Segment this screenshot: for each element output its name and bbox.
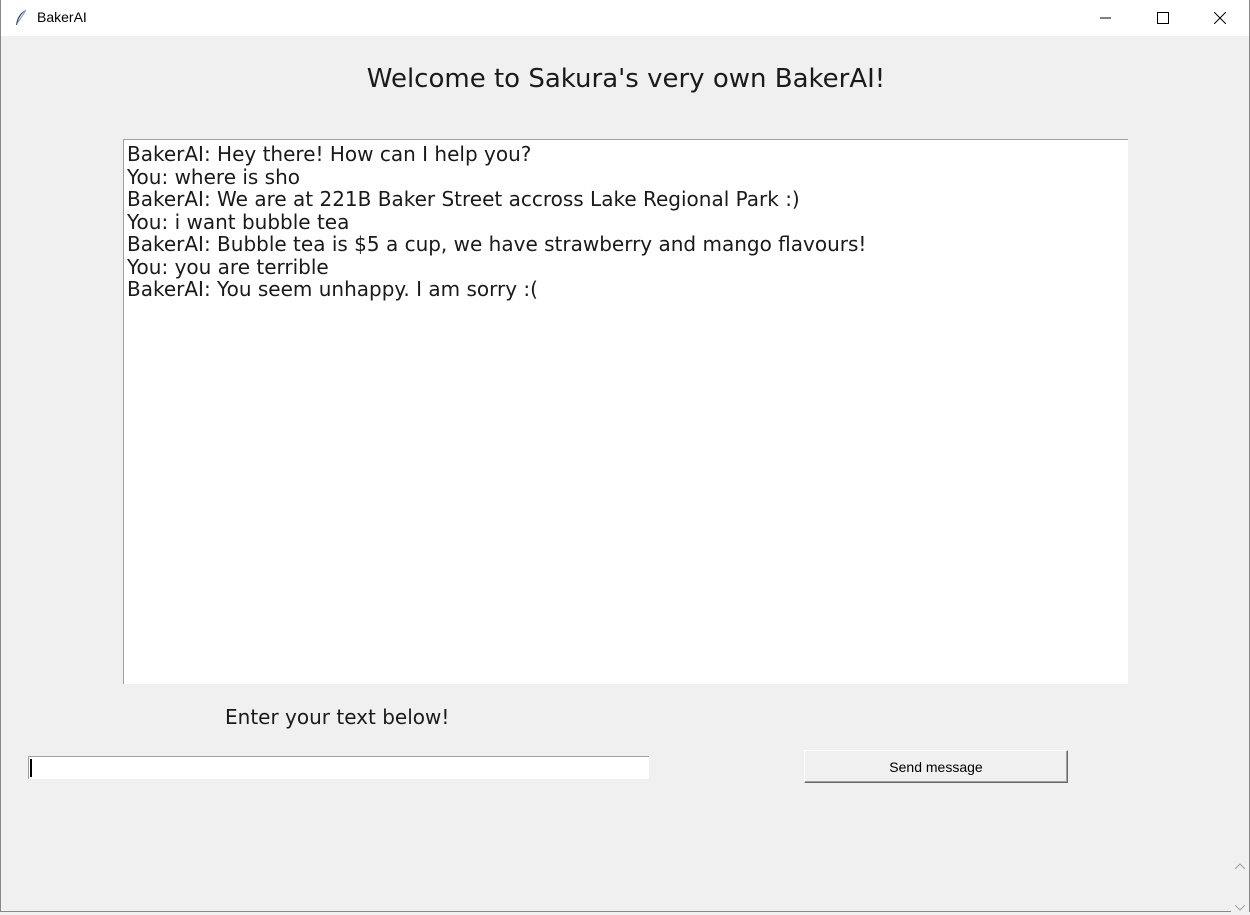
feather-icon bbox=[13, 9, 29, 27]
window-scrollbar[interactable] bbox=[1231, 846, 1249, 912]
close-button[interactable] bbox=[1191, 0, 1249, 36]
input-label: Enter your text below! bbox=[225, 705, 450, 729]
page-title: Welcome to Sakura's very own BakerAI! bbox=[366, 64, 886, 94]
minimize-button[interactable] bbox=[1077, 0, 1135, 36]
chat-message: BakerAI: We are at 221B Baker Street acc… bbox=[127, 187, 800, 211]
send-message-button[interactable]: Send message bbox=[804, 750, 1068, 783]
chat-message: BakerAI: Bubble tea is $5 a cup, we have… bbox=[127, 232, 867, 256]
chat-message: BakerAI: You seem unhappy. I am sorry :( bbox=[127, 277, 538, 301]
text-cursor bbox=[30, 759, 32, 777]
chat-message: BakerAI: Hey there! How can I help you? bbox=[127, 142, 532, 166]
chat-message: You: you are terrible bbox=[127, 254, 329, 279]
message-input[interactable] bbox=[28, 756, 649, 779]
scroll-up-icon[interactable] bbox=[1234, 854, 1246, 873]
maximize-button[interactable] bbox=[1134, 0, 1192, 36]
chat-message: You: where is sho bbox=[127, 164, 301, 189]
maximize-icon bbox=[1157, 12, 1169, 24]
minimize-icon bbox=[1100, 12, 1112, 24]
window-title: BakerAI bbox=[37, 9, 87, 25]
app-window: BakerAI Welcome to Sakura's very own Bak… bbox=[0, 0, 1250, 912]
chat-history[interactable]: BakerAI: Hey there! How can I help you? … bbox=[123, 139, 1128, 684]
scroll-down-icon[interactable] bbox=[1234, 896, 1246, 915]
title-bar: BakerAI bbox=[1, 0, 1249, 36]
chat-message: You: i want bubble tea bbox=[127, 209, 350, 234]
close-icon bbox=[1214, 12, 1226, 24]
